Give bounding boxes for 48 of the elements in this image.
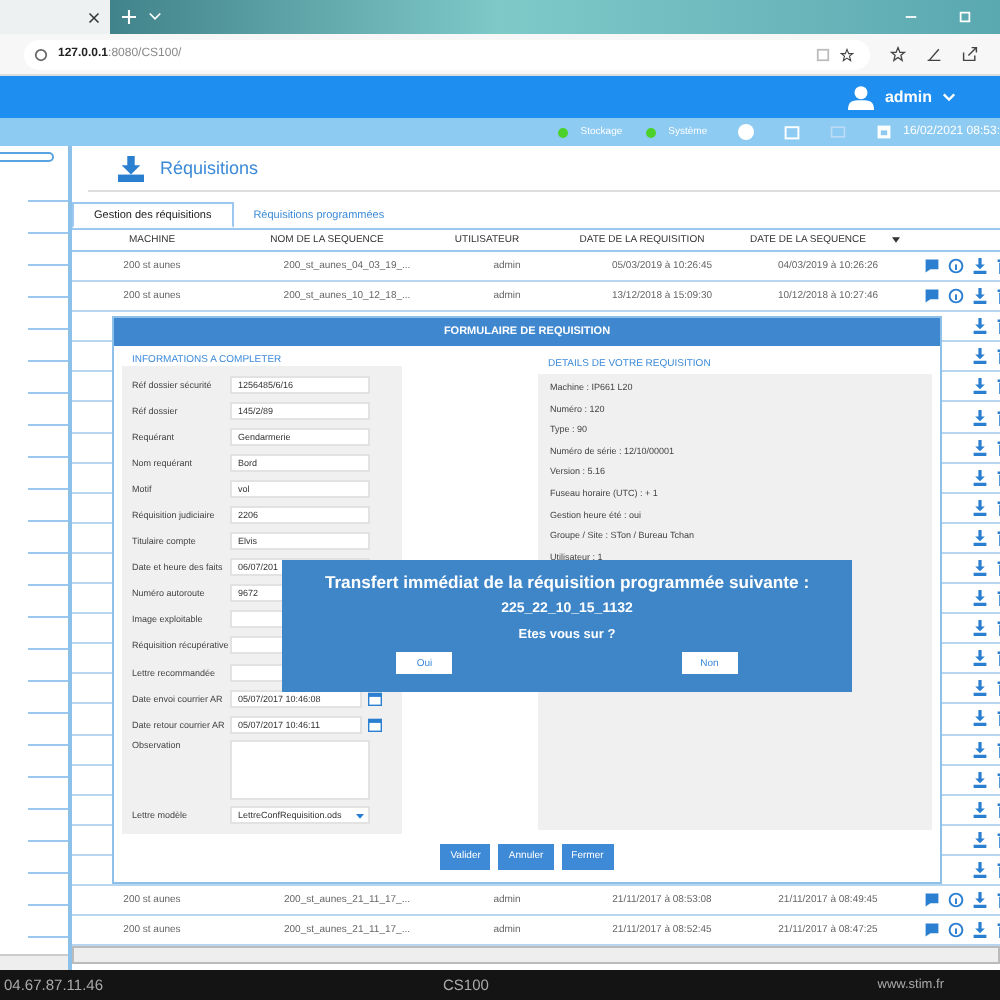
chevron-icon[interactable] xyxy=(148,10,162,24)
download-icon[interactable] xyxy=(972,559,988,576)
calendar-icon[interactable] xyxy=(368,691,382,706)
calendar-icon[interactable] xyxy=(368,717,382,732)
info-icon xyxy=(34,47,48,61)
download-icon[interactable] xyxy=(972,741,988,758)
download-icon[interactable] xyxy=(972,620,988,637)
scrollbar[interactable] xyxy=(72,946,1000,965)
confirm-message: Transfert immédiat de la réquisition programmée suivante : xyxy=(324,572,810,592)
chevron-icon[interactable] xyxy=(942,90,956,104)
download-icon[interactable] xyxy=(972,469,988,486)
download-icon[interactable] xyxy=(972,861,988,878)
download-icon[interactable] xyxy=(972,348,988,365)
download-icon[interactable] xyxy=(972,258,988,275)
download-icon[interactable] xyxy=(972,892,988,909)
download-icon[interactable] xyxy=(972,590,988,607)
download-icon[interactable] xyxy=(972,499,988,516)
info-icon[interactable] xyxy=(948,258,964,275)
download-icon[interactable] xyxy=(972,922,988,939)
download-icon[interactable] xyxy=(972,409,988,426)
new-tab-icon[interactable] xyxy=(122,10,136,24)
maximize-icon[interactable] xyxy=(958,10,972,24)
info-icon[interactable] xyxy=(948,922,964,939)
search-field[interactable] xyxy=(0,152,54,162)
download-icon[interactable] xyxy=(972,318,988,335)
download-icon[interactable] xyxy=(972,801,988,818)
download-icon[interactable] xyxy=(972,439,988,456)
info-icon[interactable] xyxy=(948,892,964,909)
download-icon[interactable] xyxy=(972,529,988,546)
download-icon xyxy=(118,155,144,181)
close-icon[interactable] xyxy=(88,11,100,23)
download-icon[interactable] xyxy=(972,288,988,305)
download-icon[interactable] xyxy=(972,710,988,727)
download-icon[interactable] xyxy=(972,378,988,395)
download-icon[interactable] xyxy=(972,771,988,788)
pen-icon[interactable] xyxy=(926,46,942,62)
download-icon[interactable] xyxy=(972,831,988,848)
user-icon[interactable] xyxy=(848,84,875,110)
download-icon[interactable] xyxy=(972,680,988,697)
info-icon[interactable] xyxy=(948,288,964,305)
section-title: Réquisitions xyxy=(160,158,259,178)
download-icon[interactable] xyxy=(972,650,988,667)
minimize-icon[interactable] xyxy=(904,10,918,24)
share-icon[interactable] xyxy=(962,46,978,62)
favorites-icon[interactable] xyxy=(890,46,906,62)
star-icon[interactable] xyxy=(840,47,854,61)
caret-icon[interactable] xyxy=(892,236,900,244)
scrollbar[interactable] xyxy=(0,954,68,970)
